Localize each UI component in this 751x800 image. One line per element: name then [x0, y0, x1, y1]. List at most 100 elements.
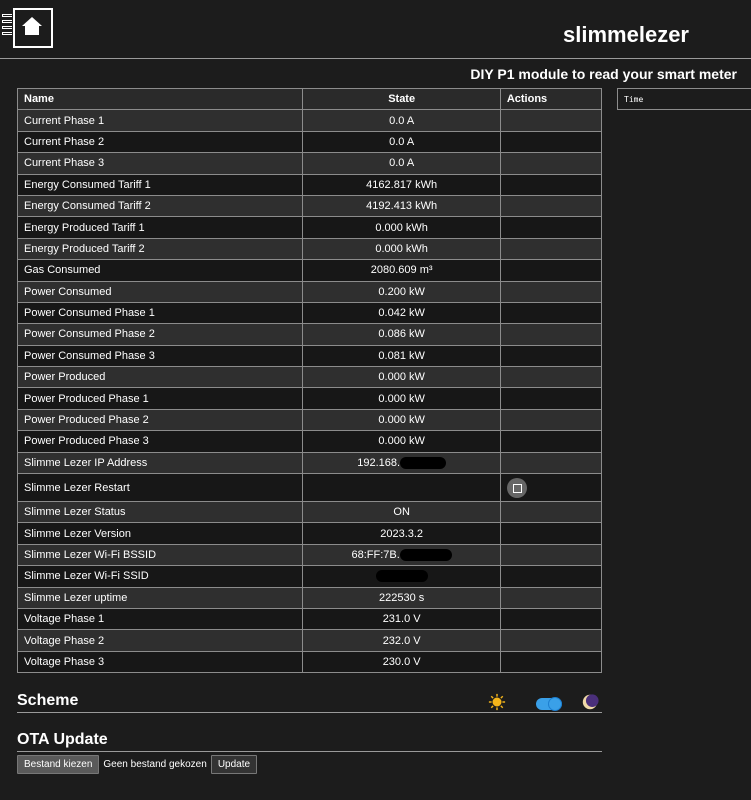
table-row: Power Produced 0.000 kW	[16, 366, 603, 389]
row-name: Power Consumed	[16, 280, 304, 303]
row-state: 0.000 kW	[302, 430, 501, 453]
scheme-title: Scheme	[17, 692, 602, 713]
dark-mode-toggle[interactable]	[536, 697, 562, 711]
row-actions	[499, 216, 603, 239]
app-title: slimmelezer	[563, 22, 689, 47]
row-actions	[499, 301, 603, 325]
row-state: 0.000 kW	[302, 366, 501, 389]
row-state: 0.0 A	[302, 109, 501, 132]
row-name: Power Consumed Phase 1	[16, 301, 304, 325]
ip-address-value: 192.168.	[357, 456, 401, 469]
row-state: 0.000 kWh	[302, 237, 501, 261]
table-row: Slimme Lezer Version 2023.3.2	[16, 522, 603, 545]
row-name: Slimme Lezer Restart	[16, 473, 304, 503]
row-actions	[499, 130, 603, 154]
row-name: Current Phase 1	[16, 109, 304, 132]
row-state: 0.000 kW	[302, 387, 501, 410]
row-state: 0.0 A	[302, 152, 501, 175]
row-actions	[499, 323, 603, 346]
row-actions	[499, 565, 603, 588]
header: slimmelezer	[0, 0, 751, 59]
redacted-mark	[399, 549, 452, 562]
row-actions	[499, 408, 603, 432]
row-state: 0.000 kW	[302, 408, 501, 432]
column-header-actions: Actions	[499, 87, 603, 111]
table-row: Voltage Phase 1 231.0 V	[16, 607, 603, 631]
row-state: 231.0 V	[302, 607, 501, 631]
sun-icon[interactable]	[488, 693, 506, 711]
table-row: Current Phase 2 0.0 A	[16, 130, 603, 154]
app-subtitle: DIY P1 module to read your smart meter	[470, 66, 737, 82]
row-actions	[499, 194, 603, 218]
house-icon	[22, 17, 42, 35]
row-actions	[499, 586, 603, 609]
table-row: Power Produced Phase 2 0.000 kW	[16, 408, 603, 432]
row-state: 192.168.	[302, 451, 501, 475]
file-status-label: Geen bestand gekozen	[103, 759, 207, 770]
table-row: Current Phase 3 0.0 A	[16, 152, 603, 175]
table-row: Power Consumed Phase 3 0.081 kW	[16, 344, 603, 368]
table-row: Energy Consumed Tariff 1 4162.817 kWh	[16, 173, 603, 196]
row-name: Voltage Phase 3	[16, 650, 304, 674]
log-time-header: Time	[624, 95, 644, 104]
row-actions	[499, 152, 603, 175]
bssid-value: 68:FF:7B.	[351, 548, 400, 561]
entity-table: Name State Actions Current Phase 1 0.0 A …	[16, 87, 603, 674]
row-actions	[499, 607, 603, 631]
row-state: 2023.3.2	[302, 522, 501, 545]
home-logo[interactable]	[2, 8, 53, 50]
row-name: Power Produced Phase 3	[16, 430, 304, 453]
row-actions	[499, 629, 603, 652]
row-actions	[499, 173, 603, 196]
table-header-row: Name State Actions	[16, 87, 603, 111]
table-row: Power Consumed 0.200 kW	[16, 280, 603, 303]
table-row: Voltage Phase 2 232.0 V	[16, 629, 603, 652]
table-row: Energy Consumed Tariff 2 4192.413 kWh	[16, 194, 603, 218]
table-row: Slimme Lezer Restart	[16, 473, 603, 503]
row-state: 0.200 kW	[302, 280, 501, 303]
row-actions	[499, 522, 603, 545]
redacted-mark	[375, 570, 428, 583]
row-state: 0.086 kW	[302, 323, 501, 346]
row-state: 4192.413 kWh	[302, 194, 501, 218]
row-state: 4162.817 kWh	[302, 173, 501, 196]
row-actions	[499, 344, 603, 368]
row-actions	[499, 430, 603, 453]
log-panel: Time	[617, 88, 751, 110]
row-actions	[499, 501, 603, 524]
table-row: Energy Produced Tariff 1 0.000 kWh	[16, 216, 603, 239]
row-state: ON	[302, 501, 501, 524]
row-state: 230.0 V	[302, 650, 501, 674]
redacted-mark	[400, 456, 447, 469]
choose-file-button[interactable]: Bestand kiezen	[17, 755, 100, 774]
update-button[interactable]: Update	[210, 755, 258, 774]
row-actions	[499, 109, 603, 132]
table-row: Power Produced Phase 3 0.000 kW	[16, 430, 603, 453]
table-row: Current Phase 1 0.0 A	[16, 109, 603, 132]
row-name: Power Produced	[16, 366, 304, 389]
row-name: Energy Consumed Tariff 2	[16, 194, 304, 218]
row-name: Slimme Lezer Version	[16, 522, 304, 545]
row-name: Slimme Lezer Wi-Fi SSID	[16, 565, 304, 588]
row-state: 232.0 V	[302, 629, 501, 652]
row-actions	[499, 259, 603, 282]
row-actions	[499, 473, 603, 503]
ota-form: Bestand kiezen Geen bestand gekozen Upda…	[17, 755, 258, 774]
row-name: Energy Produced Tariff 1	[16, 216, 304, 239]
column-header-state: State	[302, 87, 501, 111]
table-row: Slimme Lezer uptime 222530 s	[16, 586, 603, 609]
row-actions	[499, 387, 603, 410]
table-row: Slimme Lezer IP Address 192.168.	[16, 451, 603, 475]
row-name: Voltage Phase 2	[16, 629, 304, 652]
row-actions	[499, 543, 603, 567]
row-state: 2080.609 m³	[302, 259, 501, 282]
row-name: Slimme Lezer IP Address	[16, 451, 304, 475]
table-row: Slimme Lezer Status ON	[16, 501, 603, 524]
row-state: 68:FF:7B.	[302, 543, 501, 567]
table-row: Power Produced Phase 1 0.000 kW	[16, 387, 603, 410]
moon-icon[interactable]	[581, 693, 599, 711]
table-row: Power Consumed Phase 2 0.086 kW	[16, 323, 603, 346]
table-row: Gas Consumed 2080.609 m³	[16, 259, 603, 282]
restart-button[interactable]	[506, 477, 527, 498]
row-state: 0.042 kW	[302, 301, 501, 325]
